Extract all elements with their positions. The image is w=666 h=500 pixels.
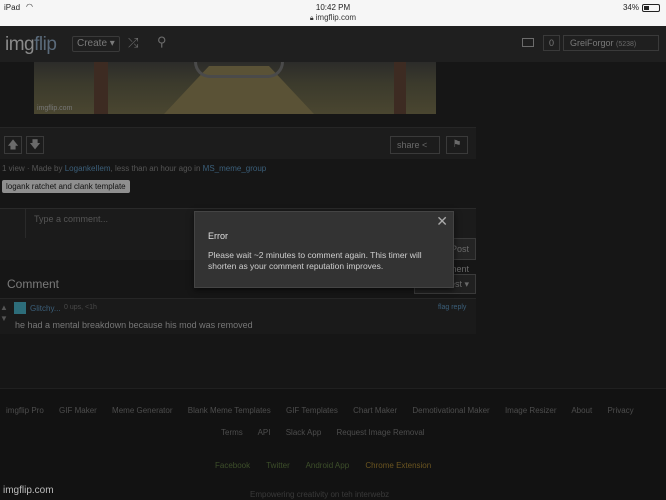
meta-separator: , [110,164,113,173]
comment-vote-arrows[interactable]: ▲ ▼ [0,302,10,324]
footer-link[interactable]: Privacy [607,406,633,415]
stream-link[interactable]: MS_meme_group [203,164,267,173]
meme-scene-detail [394,62,406,114]
comment-actions[interactable]: flag reply [438,304,466,311]
footer-link[interactable]: Image Resizer [505,406,557,415]
meme-actions-bar: 🡅︎ 🡇︎ share < ⚑ [0,127,476,159]
battery-status: 34% [623,3,660,12]
meme-scene-detail [94,62,108,114]
page: iPad ◠ 10:42 PM 🔒︎ imgflip.com 34% imgfli… [0,0,666,500]
comment-username[interactable]: Glitchy... [30,304,61,313]
site-logo[interactable]: imgflip [5,34,57,56]
footer-tagline: Empowering creativity on teh interwebz [250,490,390,499]
flag-button[interactable]: ⚑ [446,136,468,154]
close-icon[interactable]: ✕ [436,213,448,230]
error-dialog: ✕ Error Please wait ~2 minutes to commen… [194,211,454,288]
downvote-icon[interactable]: ▼ [0,313,10,324]
footer-link[interactable]: GIF Maker [59,406,97,415]
avatar[interactable] [14,302,26,314]
user-points: (5238) [616,41,637,48]
logo-text: img [5,34,35,55]
footer-links-secondary: Terms API Slack App Request Image Remova… [221,428,438,437]
comment-vote-controls [0,208,26,238]
logo-accent: flip [34,34,57,55]
caret-down-icon: ▾ [464,279,469,289]
create-label: Create [77,38,108,49]
share-button[interactable]: share < [390,136,440,154]
footer-link[interactable]: Terms [221,428,243,437]
footer-links-primary: imgflip Pro GIF Maker Meme Generator Bla… [6,406,647,415]
lock-icon: 🔒︎ [309,15,314,22]
footer-link[interactable]: GIF Templates [286,406,338,415]
twitter-link[interactable]: Twitter [266,461,290,470]
share-label: share [397,140,420,150]
author-link[interactable]: LogankeIlem [65,164,111,173]
dialog-title: Error [208,231,228,241]
status-bar: iPad ◠ 10:42 PM 🔒︎ imgflip.com 34% [0,0,666,26]
footer-social-links: Facebook Twitter Android App Chrome Exte… [215,461,445,470]
template-tag[interactable]: logank ratchet and clank template [2,180,130,193]
battery-percent: 34% [622,3,639,12]
posted-time: less than an hour ago in [115,164,201,173]
top-nav: imgflip Create ▾ ⤮ ⚲ 0 GreiForgor (5238) [0,26,666,62]
upvote-button[interactable]: 🡅︎ [4,136,22,154]
address-bar[interactable]: 🔒︎ imgflip.com [0,13,666,23]
footer-link[interactable]: Request Image Removal [337,428,425,437]
comment-points: 0 ups, <1h [64,304,97,311]
notification-count[interactable]: 0 [543,35,560,51]
battery-icon [642,3,660,12]
caret-down-icon: ▾ [109,38,115,49]
upvote-icon[interactable]: ▲ [0,302,10,313]
chrome-extension-link[interactable]: Chrome Extension [365,461,431,470]
footer-link[interactable]: Demotivational Maker [412,406,489,415]
footer-link[interactable]: Slack App [286,428,322,437]
footer-link[interactable]: imgflip Pro [6,406,44,415]
meme-meta: 1 view · Made by LogankeIlem, less than … [2,164,266,173]
address-url: imgflip.com [315,13,357,22]
meme-image[interactable]: imgflip.com [34,62,436,114]
shuffle-icon[interactable]: ⤮ [128,35,138,51]
meme-scene-detail [194,62,284,78]
footer-link[interactable]: About [571,406,592,415]
footer-link[interactable]: API [258,428,271,437]
android-app-link[interactable]: Android App [306,461,350,470]
create-menu-button[interactable]: Create ▾ [72,36,120,52]
footer-link[interactable]: Chart Maker [353,406,397,415]
username: GreiForgor [570,38,614,48]
facebook-link[interactable]: Facebook [215,461,250,470]
comment-text: he had a mental breakdown because his mo… [15,320,253,330]
made-by-label: · Made by [26,164,63,173]
clock: 10:42 PM [315,3,351,12]
meme-watermark: imgflip.com [37,105,73,112]
search-icon[interactable]: ⚲ [157,34,167,50]
comments-heading: Comment [7,277,60,291]
user-menu-button[interactable]: GreiForgor (5238) [563,35,659,51]
footer-link[interactable]: Blank Meme Templates [188,406,271,415]
view-count: 1 view [2,164,25,173]
comment-input[interactable]: Type a comment... [34,214,108,224]
flag-icon: ⚑ [452,139,462,150]
dialog-message: Please wait ~2 minutes to comment again.… [208,250,422,271]
screenshot-watermark: imgflip.com [3,485,54,496]
share-icon: < [422,140,428,150]
mail-icon[interactable] [522,38,534,47]
downvote-button[interactable]: 🡇︎ [26,136,44,154]
footer-link[interactable]: Meme Generator [112,406,172,415]
footer [0,388,666,500]
